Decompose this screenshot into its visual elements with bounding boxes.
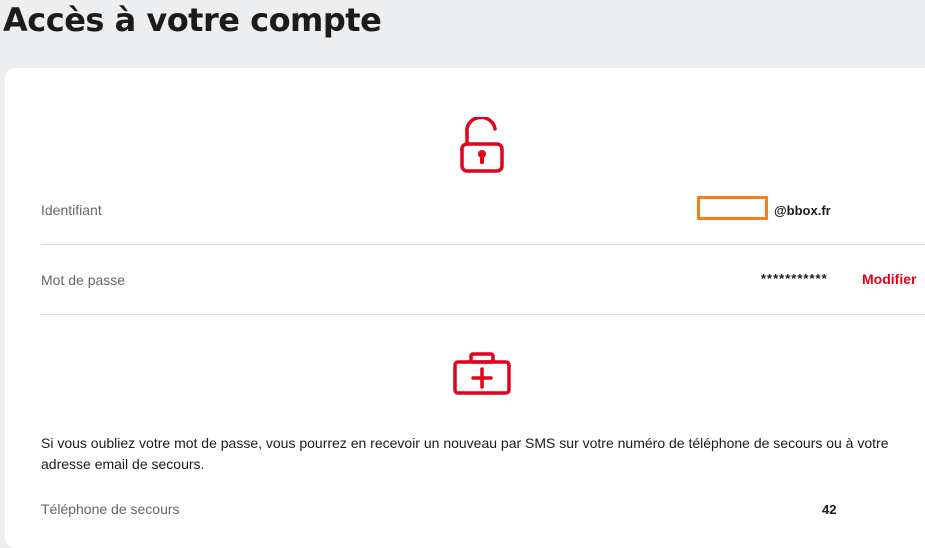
modify-password-link[interactable]: Modifier (862, 271, 916, 287)
identifier-domain: @bbox.fr (774, 203, 831, 218)
password-value: *********** (761, 271, 828, 286)
identifier-label: Identifiant (41, 202, 102, 218)
recovery-description: Si vous oubliez votre mot de passe, vous… (41, 435, 889, 472)
page-title: Accès à votre compte (3, 1, 382, 39)
lock-open-icon (460, 117, 504, 173)
divider (41, 244, 925, 245)
first-aid-kit-icon (453, 352, 511, 395)
recovery-phone-value: 42 (822, 502, 837, 517)
divider (41, 314, 925, 315)
masked-identifier (697, 196, 768, 220)
recovery-phone-label: Téléphone de secours (41, 501, 180, 517)
password-label: Mot de passe (41, 272, 126, 288)
